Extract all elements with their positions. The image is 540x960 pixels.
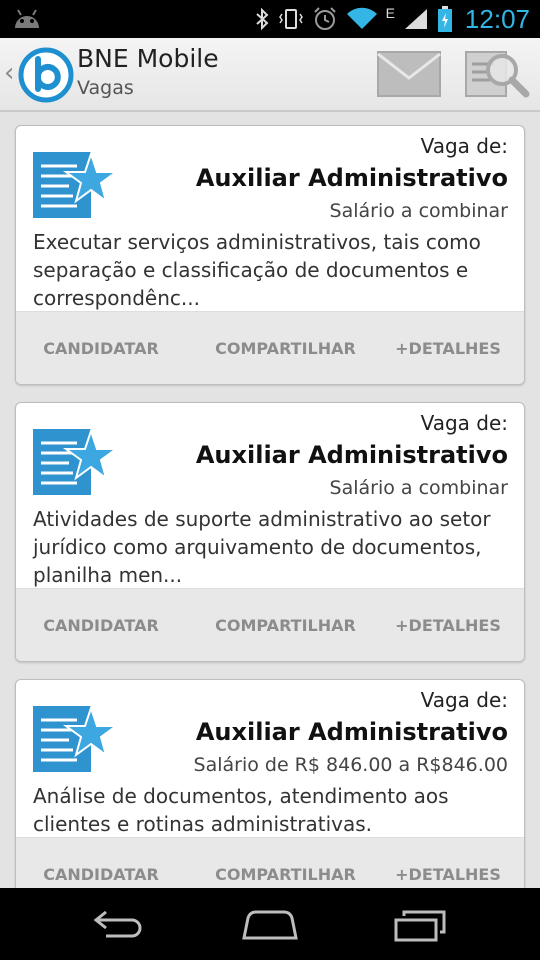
share-button[interactable]: COMPARTILHAR	[198, 312, 373, 384]
details-button[interactable]: +DETALHES	[388, 312, 508, 384]
share-button[interactable]: COMPARTILHAR	[198, 838, 373, 888]
android-icon	[15, 9, 39, 28]
apply-button[interactable]: CANDIDATAR	[26, 838, 176, 888]
network-type-label: E	[385, 5, 395, 21]
bluetooth-icon	[255, 7, 269, 31]
vibrate-icon	[278, 9, 303, 29]
wifi-icon	[346, 7, 377, 30]
details-button[interactable]: +DETALHES	[388, 838, 508, 888]
job-listing-icon	[33, 706, 117, 772]
vaga-label: Vaga de:	[420, 688, 508, 712]
home-icon[interactable]	[240, 906, 300, 942]
status-icons: E 12:07	[254, 0, 530, 38]
alarm-icon	[313, 7, 336, 30]
signal-icon	[404, 9, 427, 29]
job-description: Executar serviços administrativos, tais …	[33, 230, 481, 310]
status-bar: E 12:07	[0, 0, 540, 38]
job-salary: Salário a combinar	[329, 477, 508, 499]
vaga-label: Vaga de:	[420, 411, 508, 435]
vaga-label: Vaga de:	[420, 134, 508, 158]
apply-button[interactable]: CANDIDATAR	[26, 589, 176, 661]
job-actions: CANDIDATAR COMPARTILHAR +DETALHES	[16, 588, 524, 661]
share-button[interactable]: COMPARTILHAR	[198, 589, 373, 661]
job-actions: CANDIDATAR COMPARTILHAR +DETALHES	[16, 837, 524, 888]
mail-icon[interactable]	[376, 50, 442, 98]
navigation-bar	[0, 888, 540, 960]
job-salary: Salário de R$ 846.00 a R$846.00	[193, 754, 508, 776]
app-subtitle: Vagas	[77, 77, 134, 99]
battery-icon	[437, 6, 452, 32]
job-listing-icon	[33, 152, 117, 218]
job-title: Auxiliar Administrativo	[195, 164, 508, 192]
details-button[interactable]: +DETALHES	[388, 589, 508, 661]
job-card[interactable]: Vaga de: Auxiliar Administrativo Salário…	[15, 679, 525, 888]
apply-button[interactable]: CANDIDATAR	[26, 312, 176, 384]
app-title: BNE Mobile	[77, 44, 219, 73]
job-list[interactable]: Vaga de: Auxiliar Administrativo Salário…	[0, 112, 540, 888]
job-card[interactable]: Vaga de: Auxiliar Administrativo Salário…	[15, 125, 525, 385]
clock: 12:07	[464, 3, 530, 34]
job-listing-icon	[33, 429, 117, 495]
job-salary: Salário a combinar	[329, 200, 508, 222]
search-icon[interactable]	[464, 48, 530, 100]
back-icon[interactable]	[92, 906, 148, 942]
job-title: Auxiliar Administrativo	[195, 718, 508, 746]
recent-apps-icon[interactable]	[394, 906, 450, 942]
action-bar: ‹ BNE Mobile Vagas	[0, 38, 540, 112]
job-title: Auxiliar Administrativo	[195, 441, 508, 469]
job-actions: CANDIDATAR COMPARTILHAR +DETALHES	[16, 311, 524, 384]
job-description: Análise de documentos, atendimento aos c…	[33, 784, 449, 836]
bne-logo[interactable]	[18, 47, 74, 103]
up-caret-icon[interactable]: ‹	[4, 58, 14, 88]
job-description: Atividades de suporte administrativo ao …	[33, 507, 491, 587]
job-card[interactable]: Vaga de: Auxiliar Administrativo Salário…	[15, 402, 525, 662]
